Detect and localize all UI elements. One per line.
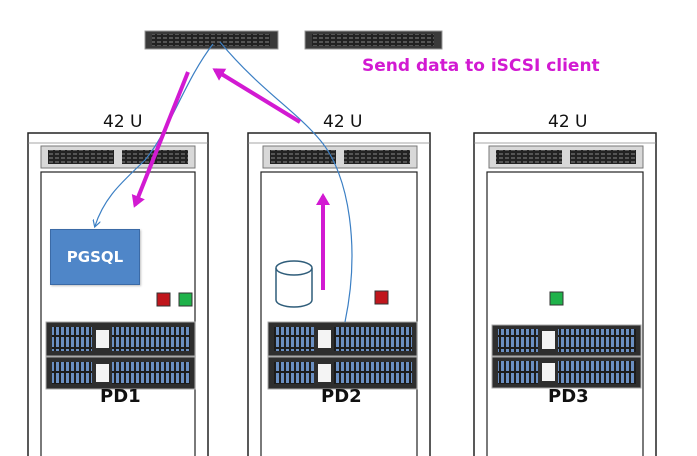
rack-units-pd1: 42 U: [103, 112, 143, 132]
status-red-pd1: [156, 292, 171, 307]
server-pd3-top: [491, 324, 642, 357]
pgsql-label: PGSQL: [66, 248, 124, 266]
core-switch-right: [304, 30, 443, 50]
rack-pd3: [473, 132, 657, 456]
rack-label-pd2: PD2: [321, 386, 362, 407]
flow-caption: Send data to iSCSI client: [362, 56, 600, 76]
arrow-pd2-to-core: [212, 68, 302, 124]
server-pd2-top: [267, 321, 418, 357]
rack-label-pd1: PD1: [100, 386, 141, 407]
server-pd3-bottom: [491, 356, 642, 389]
pgsql-box: PGSQL: [50, 229, 140, 285]
rack-units-pd3: 42 U: [548, 112, 588, 132]
server-pd2-bottom: [267, 356, 418, 390]
database-cylinder-icon: [275, 260, 313, 308]
rack-units-pd2: 42 U: [323, 112, 363, 132]
rack-switch-pd1: [40, 145, 196, 169]
status-green-pd3: [549, 291, 564, 306]
server-pd1-top: [45, 321, 196, 357]
status-red-pd2: [374, 290, 389, 305]
rack-label-pd3: PD3: [548, 386, 589, 407]
rack-switch-pd3: [488, 145, 644, 169]
server-pd1-bottom: [45, 356, 196, 390]
status-green-pd1: [178, 292, 193, 307]
rack-switch-pd2: [262, 145, 418, 169]
